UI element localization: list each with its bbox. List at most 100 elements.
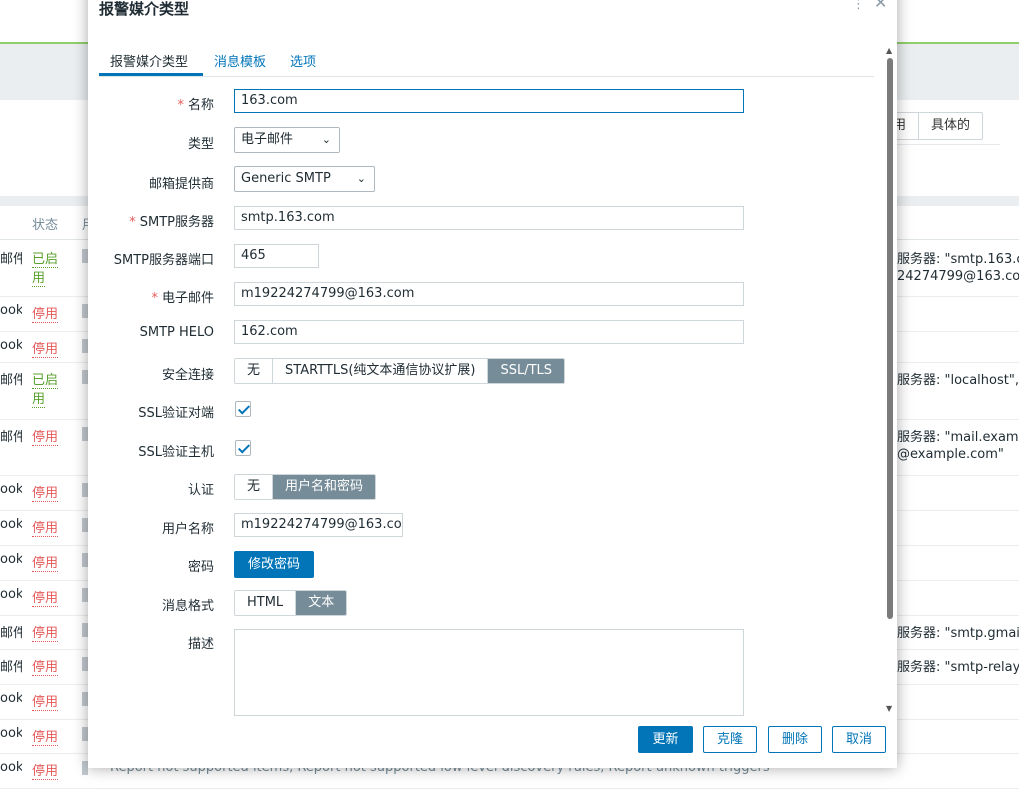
status-text: 停用	[32, 521, 59, 537]
chevron-down-icon: ⌄	[356, 172, 366, 185]
smtp-port-label: SMTP服务器端口	[113, 253, 214, 268]
format-option-html[interactable]: HTML	[235, 591, 296, 615]
row-type: 邮件	[0, 373, 22, 388]
ssl-verify-host-checkbox[interactable]	[235, 440, 251, 456]
auth-option-username-password[interactable]: 用户名和密码	[272, 475, 376, 499]
row-type: 邮件	[0, 626, 22, 641]
row-type: ook	[0, 587, 22, 602]
status-toggle-link[interactable]: 停用	[32, 760, 66, 780]
username-label: 用户名称	[161, 522, 214, 537]
row-type: 邮件	[0, 660, 22, 675]
status-toggle-link[interactable]: 停用	[32, 426, 66, 446]
dialog-footer: 更新 克隆 删除 取消	[88, 716, 897, 769]
email-input[interactable]: m19224274799@163.com	[234, 282, 744, 306]
filter-option-specific[interactable]: 具体的	[918, 113, 982, 139]
row-details: 服务器: "smtp-relay.g	[897, 660, 1019, 675]
row-type: 邮件	[0, 430, 22, 445]
row-type: ook	[0, 552, 22, 567]
description-label: 描述	[187, 637, 214, 652]
scroll-up-arrow-icon[interactable]: ▲	[886, 46, 892, 55]
row-details: @example.com"	[897, 447, 1004, 462]
form-scrollbar[interactable]: ▲ ▼	[885, 46, 895, 716]
status-toggle-link[interactable]: 停用	[32, 338, 66, 358]
status-toggle-link[interactable]: 停用	[32, 303, 66, 323]
chevron-down-icon: ⌄	[321, 133, 331, 146]
status-toggle-link[interactable]: 已启用	[32, 248, 66, 287]
status-text: 已启用	[32, 373, 59, 408]
auth-option-none[interactable]: 无	[235, 475, 273, 499]
status-toggle-link[interactable]: 停用	[32, 517, 66, 537]
media-type-dialog: 报警媒介类型 ⋮ ✕ 报警媒介类型 消息模板 选项 * 名称 163.com 类型…	[88, 0, 897, 768]
description-textarea[interactable]	[234, 629, 744, 716]
row-type: ook	[0, 338, 22, 353]
ssl-verify-host-label: SSL验证主机	[138, 445, 214, 460]
password-label: 密码	[187, 560, 214, 575]
status-toggle-link[interactable]: 停用	[32, 622, 66, 642]
security-option-none[interactable]: 无	[235, 359, 273, 383]
provider-select[interactable]: Generic SMTP ⌄	[234, 166, 375, 192]
cancel-button[interactable]: 取消	[832, 726, 886, 753]
status-text: 停用	[32, 556, 59, 572]
message-format-segmented-control: HTML 文本	[234, 590, 348, 616]
username-input[interactable]: m19224274799@163.com	[234, 513, 403, 537]
media-type-form: * 名称 163.com 类型 电子邮件 ⌄ 邮箱提供商 Generic SMTP…	[88, 0, 888, 716]
type-select-value: 电子邮件	[241, 132, 294, 147]
scroll-down-arrow-icon[interactable]: ▼	[886, 704, 892, 713]
security-segmented-control: 无 STARTTLS(纯文本通信协议扩展) SSL/TLS	[234, 358, 566, 384]
column-header-status[interactable]: 状态	[32, 214, 58, 233]
status-text: 停用	[32, 626, 59, 642]
status-text: 停用	[32, 695, 59, 711]
update-button[interactable]: 更新	[638, 726, 693, 753]
status-toggle-link[interactable]: 已启用	[32, 369, 66, 408]
smtp-server-label: * SMTP服务器	[129, 215, 214, 230]
provider-label: 邮箱提供商	[148, 177, 214, 192]
format-option-text[interactable]: 文本	[295, 591, 347, 615]
status-toggle-link[interactable]: 停用	[32, 587, 66, 607]
status-toggle-link[interactable]: 停用	[32, 656, 66, 676]
row-details: 服务器: "smtp.163.co	[897, 252, 1019, 267]
name-label: * 名称	[177, 98, 214, 113]
ssl-verify-peer-label: SSL验证对端	[138, 406, 214, 421]
security-option-ssl-tls[interactable]: SSL/TLS	[487, 359, 565, 383]
ssl-verify-peer-checkbox[interactable]	[235, 401, 251, 417]
security-label: 安全连接	[161, 368, 214, 383]
row-type: 邮件	[0, 252, 22, 267]
row-details: 服务器: "localhost", S	[897, 373, 1019, 388]
status-text: 停用	[32, 591, 59, 607]
change-password-button[interactable]: 修改密码	[234, 551, 315, 578]
smtp-port-input[interactable]: 465	[234, 244, 319, 268]
row-type: ook	[0, 517, 22, 532]
status-toggle-link[interactable]: 停用	[32, 482, 66, 502]
status-toggle-link[interactable]: 停用	[32, 726, 66, 746]
auth-segmented-control: 无 用户名和密码	[234, 474, 377, 500]
name-input[interactable]: 163.com	[234, 89, 744, 113]
row-type: ook	[0, 691, 22, 706]
smtp-helo-label: SMTP HELO	[139, 325, 214, 340]
clone-button[interactable]: 克隆	[703, 726, 757, 753]
smtp-server-input[interactable]: smtp.163.com	[234, 206, 744, 230]
divider	[880, 144, 1000, 145]
status-toggle-link[interactable]: 停用	[32, 691, 66, 711]
row-type: ook	[0, 303, 22, 318]
smtp-helo-input[interactable]: 162.com	[234, 320, 744, 344]
status-text: 停用	[32, 342, 59, 358]
status-text: 停用	[32, 730, 59, 746]
message-format-label: 消息格式	[161, 599, 214, 614]
status-text: 停用	[32, 486, 59, 502]
type-select[interactable]: 电子邮件 ⌄	[234, 127, 340, 153]
row-details: 24274799@163.com	[897, 269, 1019, 284]
status-toggle-link[interactable]: 停用	[32, 552, 66, 572]
provider-select-value: Generic SMTP	[241, 171, 331, 186]
status-text: 停用	[32, 660, 59, 676]
type-label: 类型	[187, 137, 214, 152]
status-text: 停用	[32, 307, 59, 323]
email-label: * 电子邮件	[151, 291, 214, 306]
auth-label: 认证	[187, 483, 214, 498]
status-text: 停用	[32, 764, 59, 780]
scrollbar-thumb[interactable]	[887, 58, 893, 619]
status-text: 停用	[32, 430, 59, 446]
row-details: 服务器: "smtp.gmail.c	[897, 626, 1019, 641]
security-option-starttls[interactable]: STARTTLS(纯文本通信协议扩展)	[272, 359, 488, 383]
status-text: 已启用	[32, 252, 59, 287]
delete-button[interactable]: 删除	[768, 726, 822, 753]
